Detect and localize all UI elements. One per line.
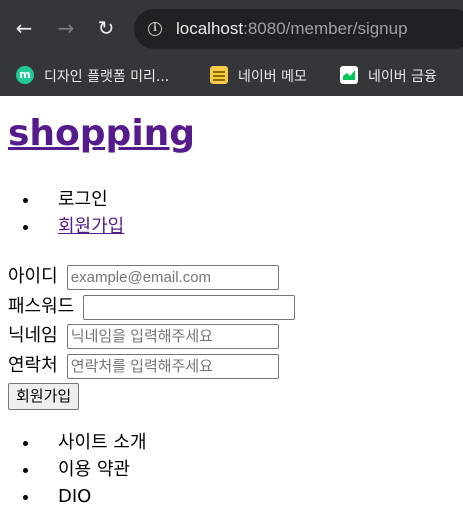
id-input[interactable] xyxy=(66,264,279,290)
bookmarks-bar: m 디자인 플랫폼 미리... 네이버 메모 네이버 금융 xyxy=(0,58,463,96)
password-label: 패스워드 xyxy=(8,296,75,317)
signup-link[interactable]: 회원가입 xyxy=(58,216,124,237)
bookmark-label: 네이버 금융 xyxy=(368,69,437,85)
page-content: shopping 로그인 회원가입 아이디 패스워드 닉네임 연락처 회원가입 … xyxy=(0,96,463,525)
browser-chrome: ← → ↻ i localhost:8080/member/signup m 디자… xyxy=(0,0,463,96)
m-logo-icon: m xyxy=(16,66,34,84)
bookmark-naver-memo[interactable]: 네이버 메모 xyxy=(210,64,307,90)
nickname-label: 닉네임 xyxy=(8,325,58,346)
password-input[interactable] xyxy=(83,294,296,320)
nickname-input[interactable] xyxy=(66,323,279,349)
bookmark-design-platform[interactable]: m 디자인 플랫폼 미리... xyxy=(16,64,169,90)
site-info-icon[interactable]: i xyxy=(148,22,162,36)
url-path: :8080/member/signup xyxy=(243,19,408,38)
top-menu: 로그인 회원가입 xyxy=(0,186,124,240)
footer-item-label: 사이트 소개 xyxy=(58,432,147,453)
footer-item-dio[interactable]: DIO xyxy=(40,483,147,510)
contact-label: 연락처 xyxy=(8,355,58,376)
password-row: 패스워드 xyxy=(8,293,296,321)
menu-item-signup[interactable]: 회원가입 xyxy=(40,213,124,240)
url-host: localhost xyxy=(176,19,244,38)
menu-item-label: 로그인 xyxy=(58,189,108,210)
id-row: 아이디 xyxy=(8,263,279,291)
footer-item-about[interactable]: 사이트 소개 xyxy=(40,429,147,456)
address-bar[interactable]: i localhost:8080/member/signup xyxy=(134,9,463,49)
browser-toolbar: ← → ↻ i localhost:8080/member/signup xyxy=(0,0,463,58)
footer-links: 사이트 소개 이용 약관 DIO xyxy=(0,429,147,510)
back-arrow-icon[interactable]: ← xyxy=(12,16,36,40)
bookmark-label: 디자인 플랫폼 미리... xyxy=(44,69,170,85)
signup-submit-button[interactable]: 회원가입 xyxy=(8,383,80,410)
reload-icon[interactable]: ↻ xyxy=(94,16,118,40)
forward-arrow-icon[interactable]: → xyxy=(54,16,78,40)
footer-item-label: 이용 약관 xyxy=(58,459,130,480)
url-text[interactable]: localhost:8080/member/signup xyxy=(176,18,408,40)
site-title-link[interactable]: shopping xyxy=(8,110,195,158)
nickname-row: 닉네임 xyxy=(8,322,279,350)
footer-item-label: DIO xyxy=(58,486,92,507)
memo-icon xyxy=(210,66,228,84)
footer-item-terms[interactable]: 이용 약관 xyxy=(40,456,147,483)
contact-input[interactable] xyxy=(66,353,279,379)
contact-row: 연락처 xyxy=(8,352,279,380)
bookmark-label: 네이버 메모 xyxy=(238,69,307,85)
menu-item-login[interactable]: 로그인 xyxy=(40,186,124,213)
finance-chart-icon xyxy=(340,66,358,84)
bookmark-naver-finance[interactable]: 네이버 금융 xyxy=(340,64,437,90)
id-label: 아이디 xyxy=(8,266,58,287)
